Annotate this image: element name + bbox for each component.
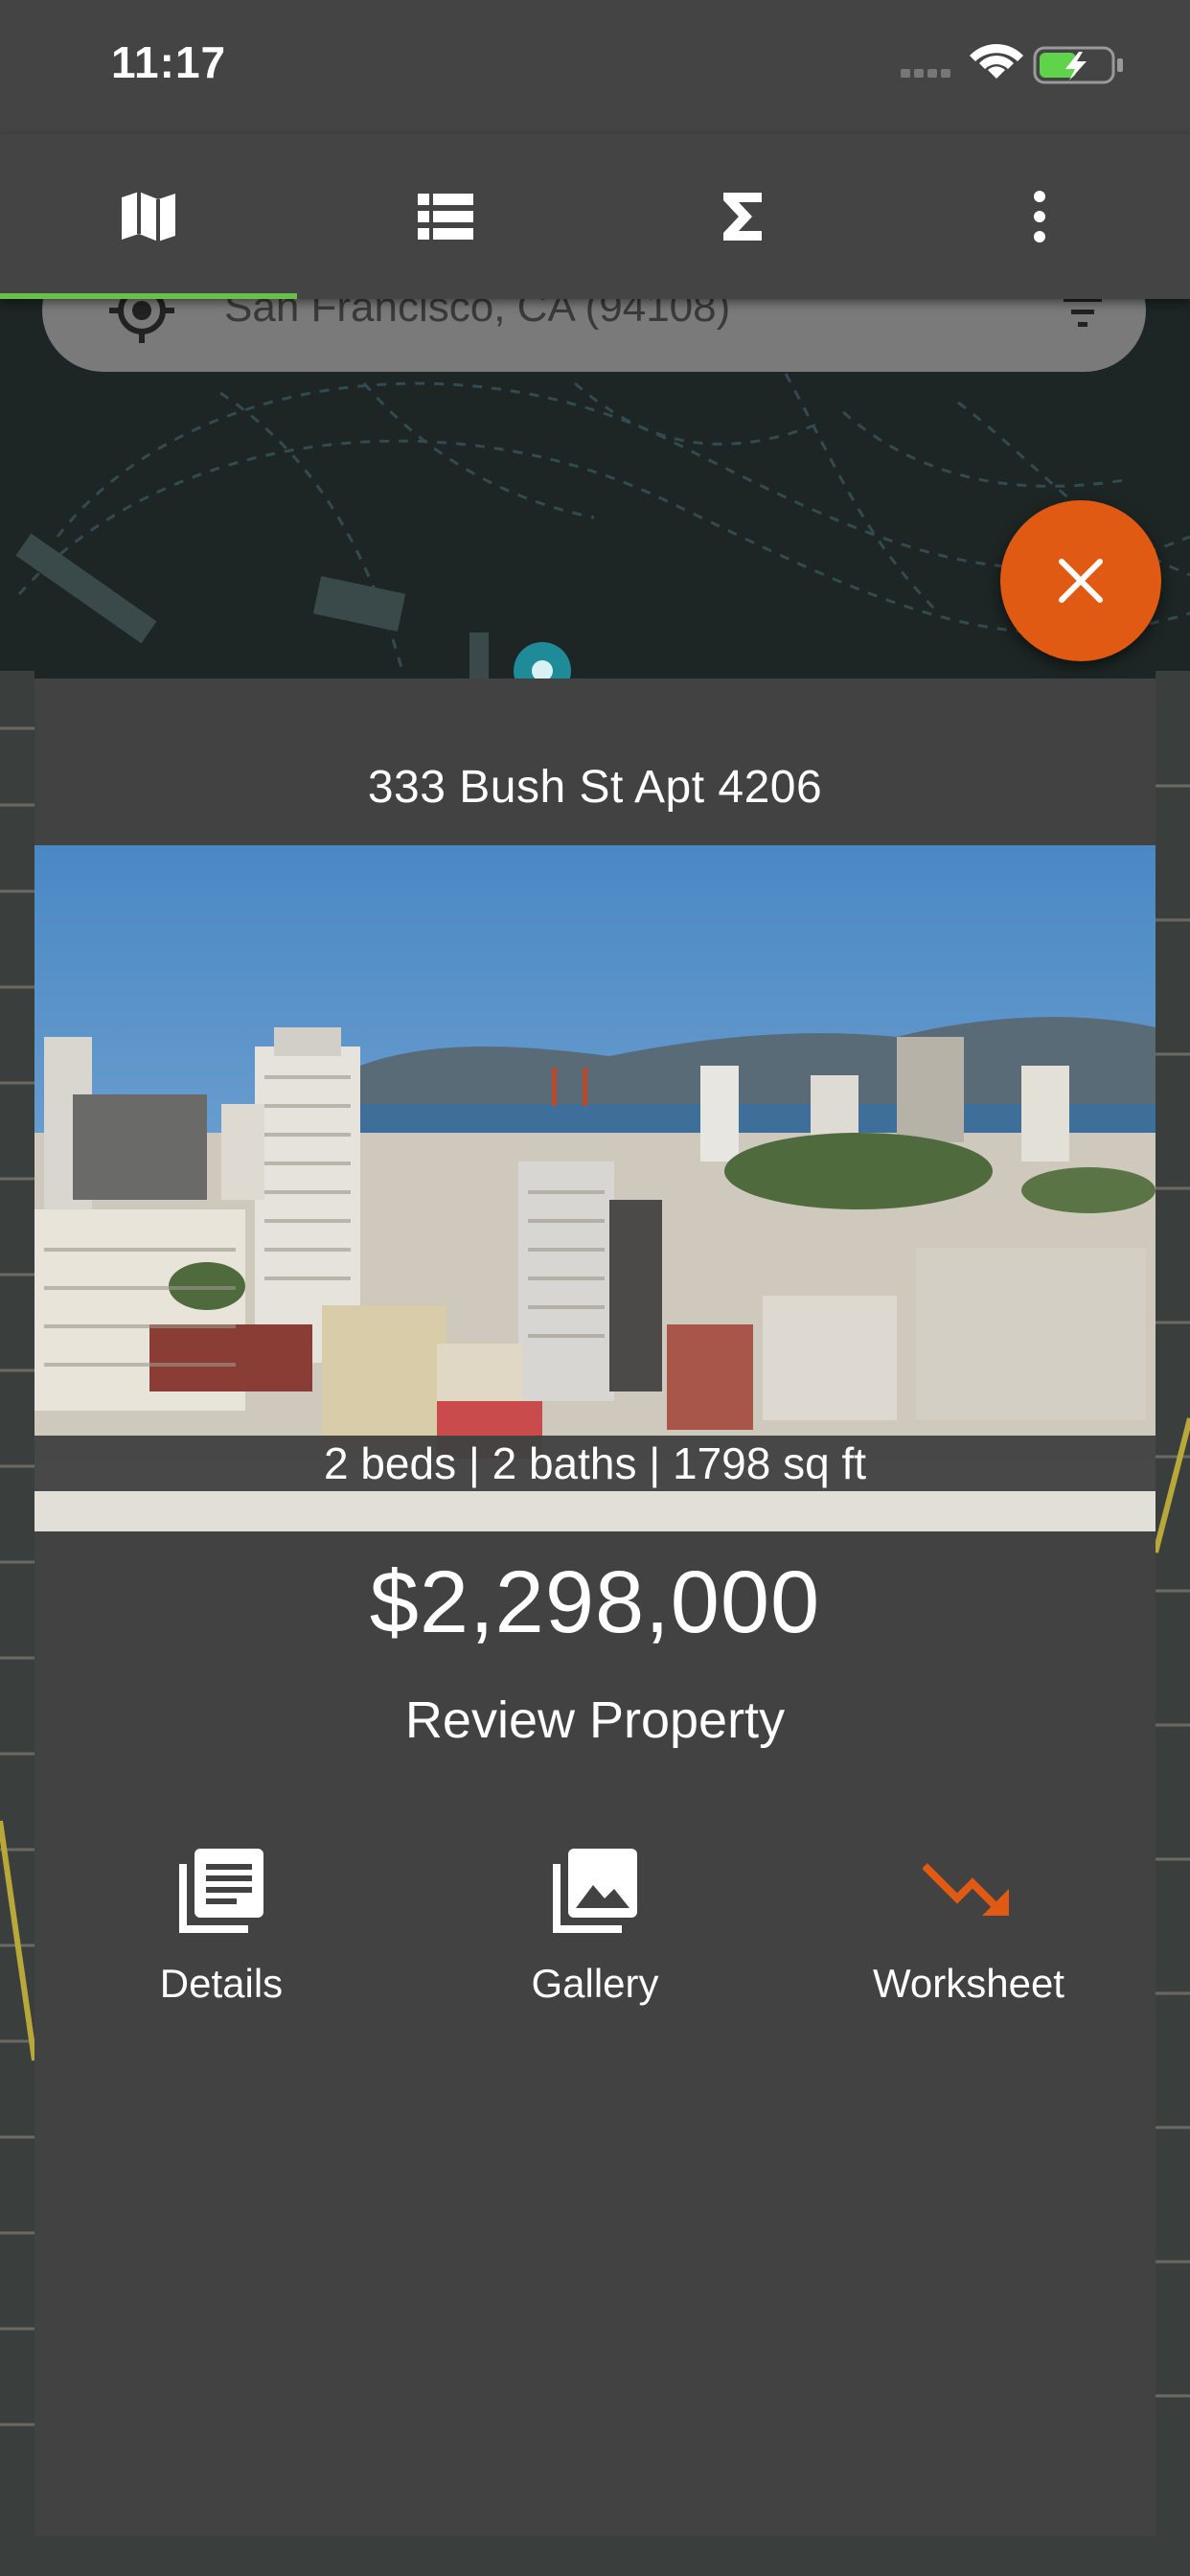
- gallery-button[interactable]: Gallery: [408, 1838, 782, 2020]
- review-property-link[interactable]: Review Property: [34, 1690, 1156, 1750]
- details-button[interactable]: Details: [34, 1838, 408, 2020]
- property-photo[interactable]: 2 beds | 2 baths | 1798 sq ft: [34, 845, 1156, 1531]
- sigma-icon: [723, 193, 762, 241]
- list-icon: [418, 194, 473, 240]
- gallery-label: Gallery: [531, 1961, 659, 2006]
- status-bar: 11:17: [0, 0, 1190, 134]
- close-button[interactable]: [1000, 500, 1161, 661]
- property-address: 333 Bush St Apt 4206: [367, 762, 823, 813]
- active-tab-indicator: [0, 293, 297, 299]
- top-nav: [0, 134, 1190, 299]
- document-stack-icon: [179, 1849, 263, 1933]
- worksheet-button[interactable]: Worksheet: [782, 1838, 1156, 2020]
- more-vert-icon: [1034, 191, 1045, 242]
- trending-down-icon: [923, 1863, 1009, 1916]
- battery-icon: [1033, 46, 1123, 84]
- property-specs: 2 beds | 2 baths | 1798 sq ft: [34, 1436, 1156, 1491]
- property-price: $2,298,000: [369, 1553, 821, 1651]
- wifi-icon: [970, 44, 1023, 79]
- map-icon: [122, 192, 175, 242]
- status-icons: [901, 40, 1131, 90]
- property-card: 333 Bush St Apt 4206 2 beds | 2 baths | …: [34, 678, 1156, 2536]
- photo-library-icon: [553, 1849, 637, 1933]
- close-icon: [1059, 559, 1103, 603]
- tab-map[interactable]: [0, 134, 297, 299]
- status-time: 11:17: [111, 37, 227, 87]
- tab-more[interactable]: [891, 134, 1188, 299]
- worksheet-label: Worksheet: [873, 1961, 1064, 2006]
- details-label: Details: [159, 1961, 284, 2006]
- tab-summary[interactable]: [594, 134, 891, 299]
- tab-list[interactable]: [297, 134, 594, 299]
- signal-icon: [901, 69, 950, 78]
